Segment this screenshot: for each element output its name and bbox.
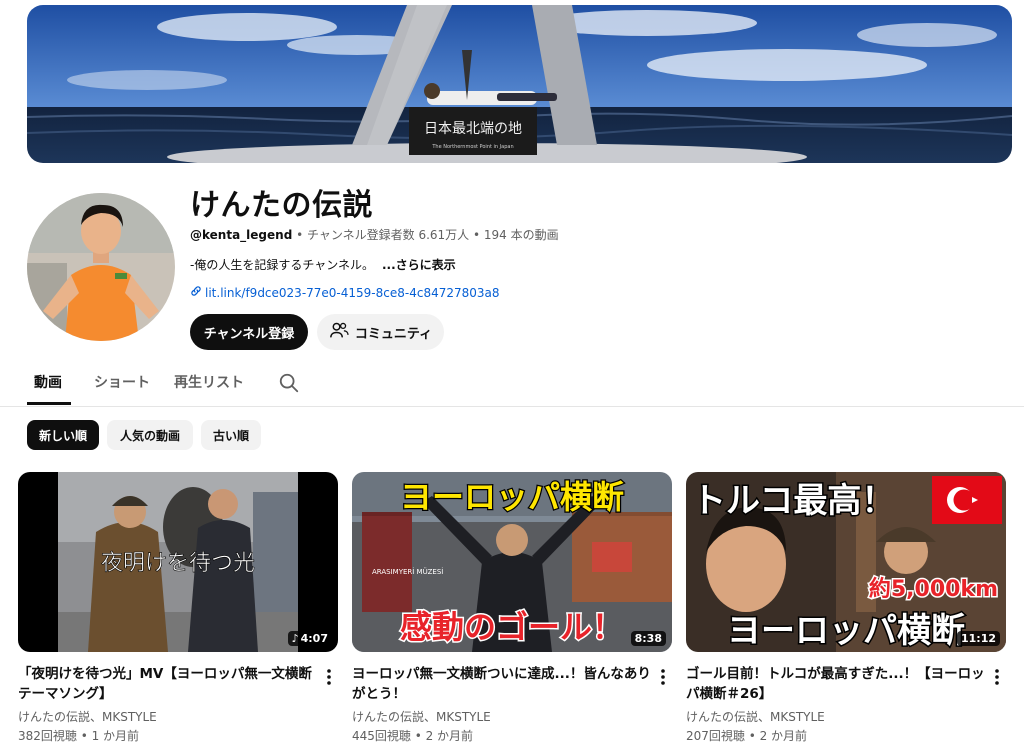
video-thumbnail[interactable]: ヨーロッパ横断 ARASIMYERİ MÜZESİ 感動のゴール！ 8:38: [352, 472, 672, 652]
show-more-link[interactable]: ...さらに表示: [382, 258, 456, 272]
thumbnail-sign-text: ARASIMYERİ MÜZESİ: [372, 567, 443, 576]
search-icon[interactable]: [278, 372, 300, 394]
video-channel[interactable]: けんたの伝説、MKSTYLE: [686, 708, 825, 725]
chip-popular[interactable]: 人気の動画: [107, 420, 193, 450]
thumbnail-top-text: ヨーロッパ横断: [400, 478, 624, 516]
tab-playlists[interactable]: 再生リスト: [174, 372, 244, 392]
channel-banner: 日本最北端の地 The Northernmost Point in Japan: [27, 5, 1012, 163]
video-channel[interactable]: けんたの伝説、MKSTYLE: [18, 708, 157, 725]
video-card[interactable]: トルコ最高！ 約5,000km ヨーロッパ横断 11:12 ゴール目前！トルコが…: [686, 472, 1006, 743]
channel-description[interactable]: -俺の人生を記録するチャンネル。 ...さらに表示: [190, 256, 456, 273]
video-duration: 8:38: [630, 631, 666, 646]
thumbnail-title-text: 夜明けを待つ光: [101, 551, 255, 576]
channel-handle: @kenta_legend: [190, 228, 293, 242]
video-thumbnail[interactable]: トルコ最高！ 約5,000km ヨーロッパ横断 11:12: [686, 472, 1006, 652]
video-title[interactable]: ゴール目前！トルコが最高すぎた...！【ヨーロッパ横断＃26】: [686, 664, 986, 704]
video-stats: 382回視聴 • 1 か月前: [18, 729, 140, 743]
thumbnail-bottom-text: ヨーロッパ横断: [727, 611, 965, 651]
subscribe-button[interactable]: チャンネル登録: [190, 314, 308, 350]
channel-tabs: 動画 ショート 再生リスト: [0, 362, 1024, 407]
people-icon: [329, 321, 349, 343]
chip-oldest[interactable]: 古い順: [201, 420, 261, 450]
community-label: コミュニティ: [354, 326, 433, 342]
more-actions-icon[interactable]: [991, 668, 1003, 686]
link-icon: [190, 285, 202, 300]
tab-shorts[interactable]: ショート: [94, 372, 150, 392]
channel-avatar[interactable]: [27, 193, 175, 341]
channel-meta: @kenta_legend • チャンネル登録者数 6.61万人 • 194 本…: [190, 226, 559, 243]
video-title[interactable]: 「夜明けを待つ光」MV【ヨーロッパ無一文横断テーマソング】: [18, 664, 318, 704]
channel-link-text: lit.link/f9dce023-77e0-4159-8ce8-4c84727…: [205, 285, 500, 300]
video-duration: ♪ 4:07: [287, 631, 332, 646]
music-note-icon: ♪: [291, 632, 299, 645]
active-tab-indicator: [27, 402, 71, 405]
channel-stats: • チャンネル登録者数 6.61万人 • 194 本の動画: [292, 228, 559, 242]
tab-videos[interactable]: 動画: [34, 372, 62, 392]
thumbnail-mid-text: 約5,000km: [869, 576, 998, 602]
video-card[interactable]: 夜明けを待つ光 ♪ 4:07 「夜明けを待つ光」MV【ヨーロッパ無一文横断テーマソ…: [18, 472, 338, 743]
community-button[interactable]: コミュニティ: [317, 314, 444, 350]
video-thumbnail[interactable]: 夜明けを待つ光 ♪ 4:07: [18, 472, 338, 652]
banner-sign-text: 日本最北端の地: [424, 121, 522, 137]
video-channel[interactable]: けんたの伝説、MKSTYLE: [352, 708, 491, 725]
video-card[interactable]: ヨーロッパ横断 ARASIMYERİ MÜZESİ 感動のゴール！ 8:38 ヨ…: [352, 472, 672, 743]
description-text: -俺の人生を記録するチャンネル。: [190, 258, 374, 272]
banner-sign-subtext: The Northernmost Point in Japan: [431, 144, 513, 150]
video-stats: 207回視聴 • 2 か月前: [686, 729, 808, 743]
chip-newest[interactable]: 新しい順: [27, 420, 99, 450]
channel-link[interactable]: lit.link/f9dce023-77e0-4159-8ce8-4c84727…: [190, 285, 500, 300]
thumbnail-top-text: トルコ最高！: [692, 481, 895, 521]
more-actions-icon[interactable]: [323, 668, 335, 686]
channel-name: けんたの伝説: [190, 188, 373, 223]
video-duration: 11:12: [956, 631, 1000, 646]
more-actions-icon[interactable]: [657, 668, 669, 686]
thumbnail-bottom-text: 感動のゴール！: [400, 608, 624, 646]
video-stats: 445回視聴 • 2 か月前: [352, 729, 474, 743]
video-title[interactable]: ヨーロッパ無一文横断ついに達成...！皆んなありがとう！: [352, 664, 652, 704]
